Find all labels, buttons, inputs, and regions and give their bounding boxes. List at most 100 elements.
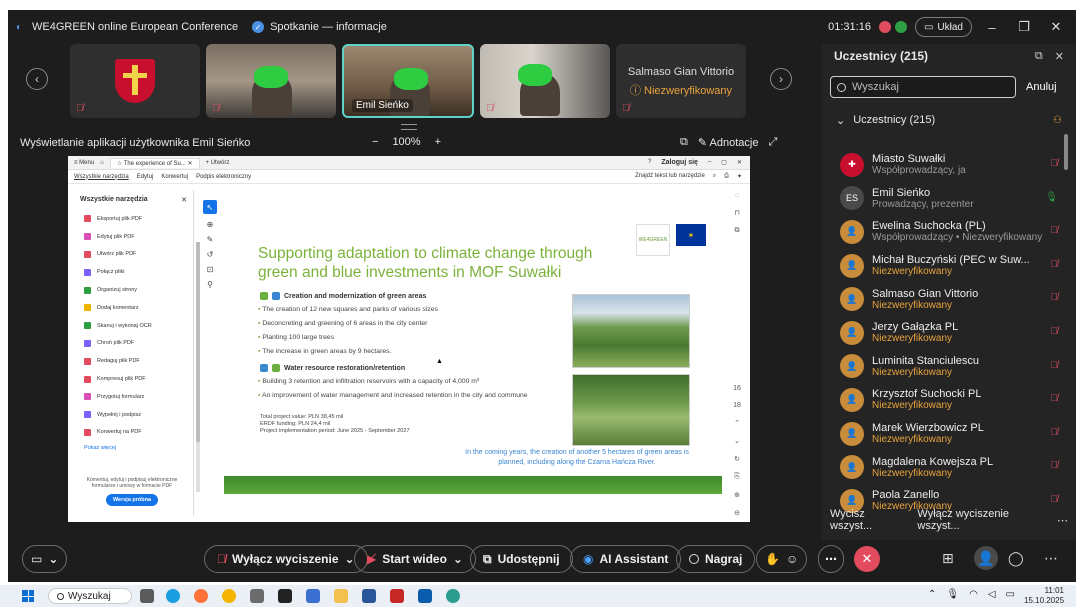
ai-assistant-button[interactable]: ◉ AI Assistant (570, 545, 682, 573)
calculator-icon[interactable] (250, 589, 264, 603)
tool-item[interactable]: Utwórz plik PDF (74, 246, 193, 264)
help-icon[interactable]: ? (648, 159, 651, 166)
recording-indicator-icon[interactable] (878, 21, 891, 33)
layout-button[interactable]: ▭ Układ (914, 17, 972, 37)
pdf-maximize-button[interactable]: ▢ (721, 159, 727, 166)
mic-muted-icon[interactable]: 🎙̸ (1051, 494, 1059, 505)
participant-row[interactable]: 👤 Jerzy Gałązka PL Niezweryfikowany 🎙̸ (822, 316, 1062, 350)
more-button[interactable]: ⋯ (818, 545, 844, 573)
meeting-info-link[interactable]: Spotkanie — informacje (270, 21, 387, 33)
reactions-button[interactable]: ▭ ⌄ (22, 545, 68, 573)
share-button[interactable]: ⧉ Udostępnij (470, 545, 573, 573)
taskbar-clock[interactable]: 11:01 15.10.2025 (1024, 586, 1064, 606)
tools-panel-close-button[interactable]: ✕ (181, 196, 187, 204)
mic-muted-icon[interactable]: 🎙̸ (1051, 259, 1059, 270)
mute-all-button[interactable]: Wycisz wszyst... (830, 508, 903, 532)
pdf-menu-button[interactable]: ≡ Menu (74, 160, 94, 166)
edge-icon[interactable] (166, 589, 180, 603)
menu-item-edit[interactable]: Edytuj (137, 174, 154, 180)
leave-meeting-button[interactable]: ✕ (854, 546, 880, 572)
video-tile-active-speaker[interactable]: Emil Sieńko (342, 44, 474, 118)
participant-row[interactable]: ✚ Miasto Suwałki Współprowadzący, ja 🎙̸ (822, 148, 1062, 182)
chrome-icon[interactable] (222, 589, 236, 603)
participant-row[interactable]: 👤 Marek Wierzbowicz PL Niezweryfikowany 🎙̸ (822, 417, 1062, 451)
login-button[interactable]: Zaloguj się (661, 159, 698, 166)
ai-icon[interactable]: ✦ (737, 173, 742, 180)
tool-item[interactable]: Skanuj i wykonaj OCR (74, 317, 193, 335)
trial-button[interactable]: Wersja próbna (106, 494, 158, 506)
host-controls-icon[interactable]: ⚇ (1053, 115, 1062, 126)
acrobat-icon[interactable] (390, 589, 404, 603)
mic-muted-icon[interactable]: 🎙̸ (1051, 427, 1059, 438)
mic-tray-icon[interactable]: 🎙 (946, 589, 959, 600)
page-up-icon[interactable]: ⌃ (734, 419, 740, 427)
strip-prev-button[interactable]: ‹ (26, 68, 48, 90)
tool-item[interactable]: Połącz pliki (74, 263, 193, 281)
wifi-icon[interactable]: ◠ (969, 589, 978, 600)
mic-muted-icon[interactable]: 🎙̸ (1051, 292, 1059, 303)
mic-muted-icon[interactable]: 🎙̸ (1051, 158, 1059, 169)
lasso-tool-icon[interactable]: ↺ (207, 250, 214, 259)
participants-scrollbar[interactable] (1064, 124, 1070, 528)
tool-item[interactable]: Chroń plik PDF (74, 335, 193, 353)
video-tile-name-only[interactable]: Salmaso Gian Vittorio ⓘ Niezweryfikowany… (616, 44, 746, 118)
chat-icon[interactable]: ◯ (1008, 550, 1024, 567)
tool-item[interactable]: Eksportuj plik PDF (74, 210, 193, 228)
mic-muted-icon[interactable]: 🎙̸ (1051, 326, 1059, 337)
shield-icon[interactable]: ✓ (252, 21, 265, 33)
participant-row[interactable]: 👤 Salmaso Gian Vittorio Niezweryfikowany 🎙̸ (822, 282, 1062, 316)
chevron-up-icon[interactable]: ⌃ (928, 589, 936, 600)
share-screen-icon[interactable]: ⧉ (680, 136, 688, 149)
participant-row[interactable]: ES Emil Sieńko Prowadzący, prezenter 🎙 (822, 182, 1062, 216)
pages-icon[interactable]: ⧉ (735, 227, 740, 235)
stamp-tool-icon[interactable]: ⚲ (207, 280, 213, 289)
menu-item-convert[interactable]: Konwertuj (161, 174, 188, 180)
webex-taskbar-icon[interactable] (418, 589, 432, 603)
participants-search-input[interactable]: Wyszukaj (830, 76, 1016, 98)
apps-icon[interactable]: ⊞ (942, 550, 954, 567)
zoom-in-button[interactable]: + (435, 136, 441, 148)
video-tile[interactable]: 🎙̸ (206, 44, 336, 118)
mic-on-icon[interactable]: 🎙 (1045, 192, 1058, 203)
minimize-button[interactable]: – (980, 20, 1004, 35)
task-view-icon[interactable] (140, 589, 154, 603)
battery-icon[interactable]: ▭ (1006, 589, 1015, 600)
tool-item[interactable]: Konwertuj na PDF (74, 424, 193, 442)
video-tile[interactable]: 🎙̸ (480, 44, 610, 118)
participants-section-toggle[interactable]: ⌄ Uczestnicy (215) ⚇ (822, 112, 1076, 128)
tool-item[interactable]: Dodaj komentarz (74, 299, 193, 317)
fullscreen-icon[interactable]: ⤢ (768, 136, 777, 149)
strip-resize-handle[interactable] (401, 124, 417, 130)
popout-icon[interactable]: ⧉ (1035, 50, 1043, 63)
close-panel-icon[interactable]: ✕ (1055, 50, 1064, 63)
bookmark-icon[interactable]: ⊓ (734, 209, 739, 217)
text-tool-icon[interactable]: ⊡ (207, 265, 214, 274)
select-tool-icon[interactable]: ↖ (203, 200, 217, 214)
participant-row[interactable]: 👤 Ewelina Suchocka (PL) Współprowadzący • … (822, 215, 1062, 249)
menu-item-all-tools[interactable]: Wszystkie narzędzia (74, 174, 129, 180)
taskbar-search[interactable]: Wyszukaj (48, 588, 132, 604)
participant-row[interactable]: 👤 Krzysztof Suchocki PL Niezweryfikowany 🎙̸ (822, 383, 1062, 417)
rotate-icon[interactable]: ↻ (734, 455, 740, 463)
search-icon[interactable]: ⌕ (713, 173, 716, 180)
more-panels-icon[interactable]: ⋯ (1044, 550, 1058, 567)
firefox-icon[interactable] (194, 589, 208, 603)
app-icon[interactable] (306, 589, 320, 603)
pdf-close-button[interactable]: ✕ (737, 159, 742, 166)
strip-next-button[interactable]: › (770, 68, 792, 90)
mic-muted-icon[interactable]: 🎙̸ (1051, 460, 1059, 471)
participant-row[interactable]: 👤 Michał Buczyński (PEC w Suw... Niezweryf… (822, 249, 1062, 283)
home-icon[interactable]: ⌂ (100, 160, 104, 166)
start-video-button[interactable]: ▶̸ Start wideo ⌄ (354, 545, 476, 573)
tool-item[interactable]: Edytuj plik PDF (74, 228, 193, 246)
file-explorer-icon[interactable] (334, 589, 348, 603)
tool-item[interactable]: Przygotuj formularz (74, 388, 193, 406)
print-icon[interactable]: ⎙ (724, 173, 729, 180)
comment-icon[interactable]: ◌ (735, 192, 739, 199)
close-window-button[interactable]: ✕ (1044, 19, 1068, 35)
start-button[interactable] (22, 590, 34, 602)
tools-scrollbar[interactable] (196, 242, 200, 492)
participant-row[interactable]: 👤 Magdalena Kowejsza PL Niezweryfikowany 🎙̸ (822, 450, 1062, 484)
word-icon[interactable] (362, 589, 376, 603)
menu-item-esign[interactable]: Podpis elektroniczny (196, 174, 251, 180)
